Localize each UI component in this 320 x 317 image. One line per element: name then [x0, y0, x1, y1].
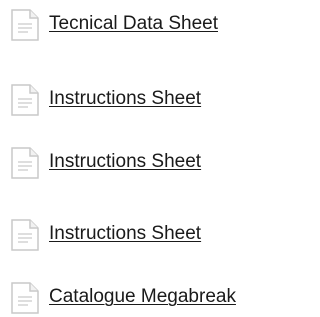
- list-item: Instructions Sheet: [0, 218, 308, 252]
- document-icon[interactable]: [8, 83, 42, 117]
- document-link[interactable]: Instructions Sheet: [49, 222, 201, 246]
- list-item: Instructions Sheet: [0, 83, 308, 117]
- document-icon[interactable]: [8, 281, 42, 315]
- list-item: Catalogue Megabreak: [0, 281, 308, 315]
- list-item: Tecnical Data Sheet: [0, 8, 308, 42]
- list-item: Instructions Sheet: [0, 146, 308, 180]
- document-link[interactable]: Tecnical Data Sheet: [49, 12, 218, 36]
- document-icon[interactable]: [8, 146, 42, 180]
- document-link[interactable]: Instructions Sheet: [49, 87, 201, 111]
- document-icon[interactable]: [8, 8, 42, 42]
- document-link[interactable]: Instructions Sheet: [49, 150, 201, 174]
- document-icon[interactable]: [8, 218, 42, 252]
- document-link[interactable]: Catalogue Megabreak: [49, 285, 236, 309]
